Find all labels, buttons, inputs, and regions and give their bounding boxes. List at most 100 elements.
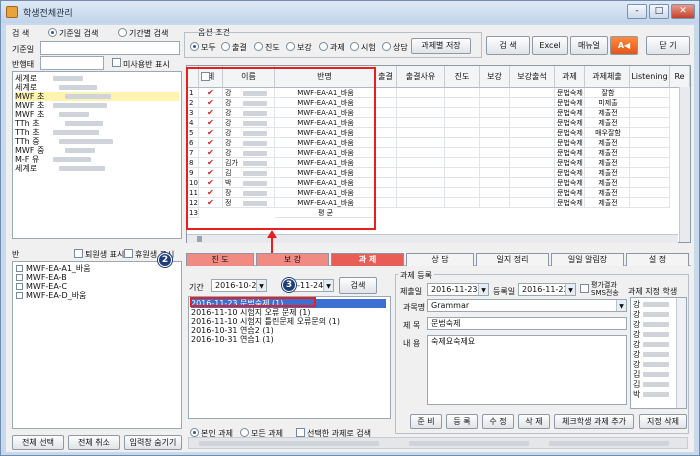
edit-button[interactable]: 수 정 xyxy=(482,414,514,429)
manual-button[interactable]: 매뉴얼 xyxy=(570,36,608,55)
maximize-button[interactable]: □ xyxy=(649,4,669,19)
radio-all-tasks[interactable] xyxy=(240,428,249,437)
assign-student-item[interactable]: 강 xyxy=(633,330,640,339)
prepare-button[interactable]: 준 비 xyxy=(410,414,442,429)
search-button[interactable]: 검 색 xyxy=(486,36,530,55)
delete-button[interactable]: 삭 제 xyxy=(518,414,550,429)
ban-list-item[interactable]: MWF-EA-B xyxy=(26,273,67,282)
unused-class-checkbox[interactable] xyxy=(112,58,121,67)
date-from-input[interactable]: 2016-10-25 ▼ xyxy=(211,279,267,292)
title-input[interactable]: 문법숙제 xyxy=(427,317,627,330)
register-button[interactable]: 등 록 xyxy=(446,414,478,429)
ban-list-item[interactable]: MWF-EA-D_바움 xyxy=(26,291,86,300)
due-date-input[interactable]: 2016-11-23 ▼ xyxy=(427,283,489,296)
radio-period[interactable] xyxy=(118,28,127,37)
assign-student-item[interactable]: 박 xyxy=(633,390,640,399)
tab-4[interactable]: 일지 정리 xyxy=(476,253,549,266)
ban-checkbox[interactable] xyxy=(16,292,23,299)
ban-list-item[interactable]: MWF-EA-A1_바움 xyxy=(26,264,91,273)
option-radio-0[interactable] xyxy=(190,42,199,51)
assign-student-item[interactable]: 강 xyxy=(633,350,640,359)
option-radio-2[interactable] xyxy=(254,42,263,51)
tab-2[interactable]: 과 제 xyxy=(331,253,404,266)
video-icon[interactable]: A◀ xyxy=(610,36,638,55)
vertical-scrollbar[interactable] xyxy=(679,87,690,242)
close-window-button[interactable]: ✕ xyxy=(671,4,695,19)
grid-header[interactable]: Re xyxy=(670,66,690,88)
grid-header[interactable]: 과제 xyxy=(555,66,585,88)
chevron-down-icon[interactable]: ▼ xyxy=(478,284,488,295)
assign-student-item[interactable]: 강 xyxy=(633,300,640,309)
class-list-item[interactable]: 세계로 xyxy=(15,74,179,83)
option-radio-1[interactable] xyxy=(221,42,230,51)
ban-list[interactable]: MWF-EA-A1_바움 MWF-EA-B MWF-EA-C MWF-EA-D_바움 xyxy=(12,261,182,429)
grid-header[interactable]: 보강 xyxy=(480,66,510,88)
grid-header[interactable]: 과제체출 xyxy=(585,66,630,88)
ban-checkbox[interactable] xyxy=(16,283,23,290)
leave-checkbox[interactable] xyxy=(124,249,133,258)
assign-student-item[interactable]: 강 xyxy=(633,360,640,369)
grid-header[interactable]: 보강출석 xyxy=(510,66,555,88)
chevron-down-icon[interactable]: ▼ xyxy=(616,300,626,311)
task-list-item[interactable]: 2016-11-10 시험지 틀린문제 오류문의 (1) xyxy=(191,317,386,326)
chevron-down-icon[interactable]: ▼ xyxy=(565,284,575,295)
eval-sms-checkbox[interactable] xyxy=(580,284,589,293)
chevron-down-icon[interactable]: ▼ xyxy=(256,280,266,291)
selected-only-checkbox[interactable] xyxy=(296,428,305,437)
add-checked-task-button[interactable]: 체크학생 과제 추가 xyxy=(554,414,634,429)
hide-input-button[interactable]: 입력창 숨기기 xyxy=(124,435,182,450)
option-radio-3[interactable] xyxy=(286,42,295,51)
ban-checkbox[interactable] xyxy=(16,274,23,281)
tab-6[interactable]: 설 정 xyxy=(626,253,689,266)
assign-student-item[interactable]: 강 xyxy=(633,340,640,349)
grid-header[interactable]: 출결사유 xyxy=(397,66,445,88)
task-list-item[interactable]: 2016-10-31 연습2 (1) xyxy=(191,326,386,335)
task-list-item[interactable]: 2016-10-31 연습1 (1) xyxy=(191,335,386,344)
empty-cell xyxy=(510,148,555,158)
assign-student-item[interactable]: 김 xyxy=(633,370,640,379)
assign-student-item[interactable]: 강 xyxy=(633,320,640,329)
horizontal-scrollbar[interactable] xyxy=(187,234,678,243)
class-list-item[interactable]: 세계로 xyxy=(15,83,179,92)
cancel-all-button[interactable]: 전체 취소 xyxy=(68,435,120,450)
grid-header[interactable]: 진도 xyxy=(445,66,480,88)
remove-assign-button[interactable]: 지정 삭제 xyxy=(639,414,687,429)
ban-checkbox[interactable] xyxy=(16,265,23,272)
basis-date-input[interactable] xyxy=(40,41,180,55)
class-list-item[interactable]: MWF 초 xyxy=(15,110,179,119)
task-list-item[interactable]: 2016-11-10 시험지 오류 문제 (1) xyxy=(191,308,386,317)
assign-student-item[interactable]: 김 xyxy=(633,380,640,389)
tab-1[interactable]: 보 강 xyxy=(256,253,329,266)
tab-3[interactable]: 상 담 xyxy=(406,253,474,266)
task-search-button[interactable]: 검색 xyxy=(339,277,377,294)
chevron-down-icon[interactable]: ▼ xyxy=(323,280,333,291)
retired-checkbox[interactable] xyxy=(74,249,83,258)
save-task-button[interactable]: 과제별 저장 xyxy=(411,38,471,54)
class-list[interactable]: 세계로 세계로 MWF 초 MWF 초 MWF 초 TTh 초 TTh 초 TTh 중 MW… xyxy=(12,71,182,239)
task-list[interactable]: 2016-11-23 문법숙제 (1) 2016-11-10 시험지 오류 문제 … xyxy=(188,296,391,419)
radio-my-tasks[interactable] xyxy=(190,428,199,437)
grid-header[interactable]: 출결 xyxy=(375,66,397,88)
student-list-scrollbar[interactable] xyxy=(676,298,686,408)
option-radio-4[interactable] xyxy=(319,42,328,51)
class-list-item[interactable]: M-F 유 xyxy=(15,155,179,164)
tab-5[interactable]: 일일 알림장 xyxy=(551,253,624,266)
scroll-thumb[interactable] xyxy=(197,236,202,242)
radio-basis-date[interactable] xyxy=(48,28,57,37)
grid-header[interactable]: Listening xyxy=(630,66,670,88)
assign-student-item[interactable]: 강 xyxy=(633,310,640,319)
option-radio-5[interactable] xyxy=(350,42,359,51)
close-button[interactable]: 닫 기 xyxy=(646,36,690,55)
select-all-button[interactable]: 전체 선택 xyxy=(12,435,64,450)
assign-student-list[interactable]: 강강강강강강강김김박 xyxy=(630,297,687,409)
excel-button[interactable]: Excel xyxy=(532,36,568,55)
minimize-button[interactable]: - xyxy=(627,4,647,19)
tab-0[interactable]: 진 도 xyxy=(186,253,254,266)
ban-list-item[interactable]: MWF-EA-C xyxy=(26,282,67,291)
content-textarea[interactable]: 숙제요숙제요 xyxy=(427,335,627,405)
reg-date-input[interactable]: 2016-11-23 ▼ xyxy=(518,283,576,296)
class-state-select[interactable] xyxy=(40,56,104,70)
subject-select[interactable]: Grammar ▼ xyxy=(427,299,627,312)
option-radio-6[interactable] xyxy=(382,42,391,51)
class-list-item[interactable]: MWF 중 xyxy=(15,146,179,155)
